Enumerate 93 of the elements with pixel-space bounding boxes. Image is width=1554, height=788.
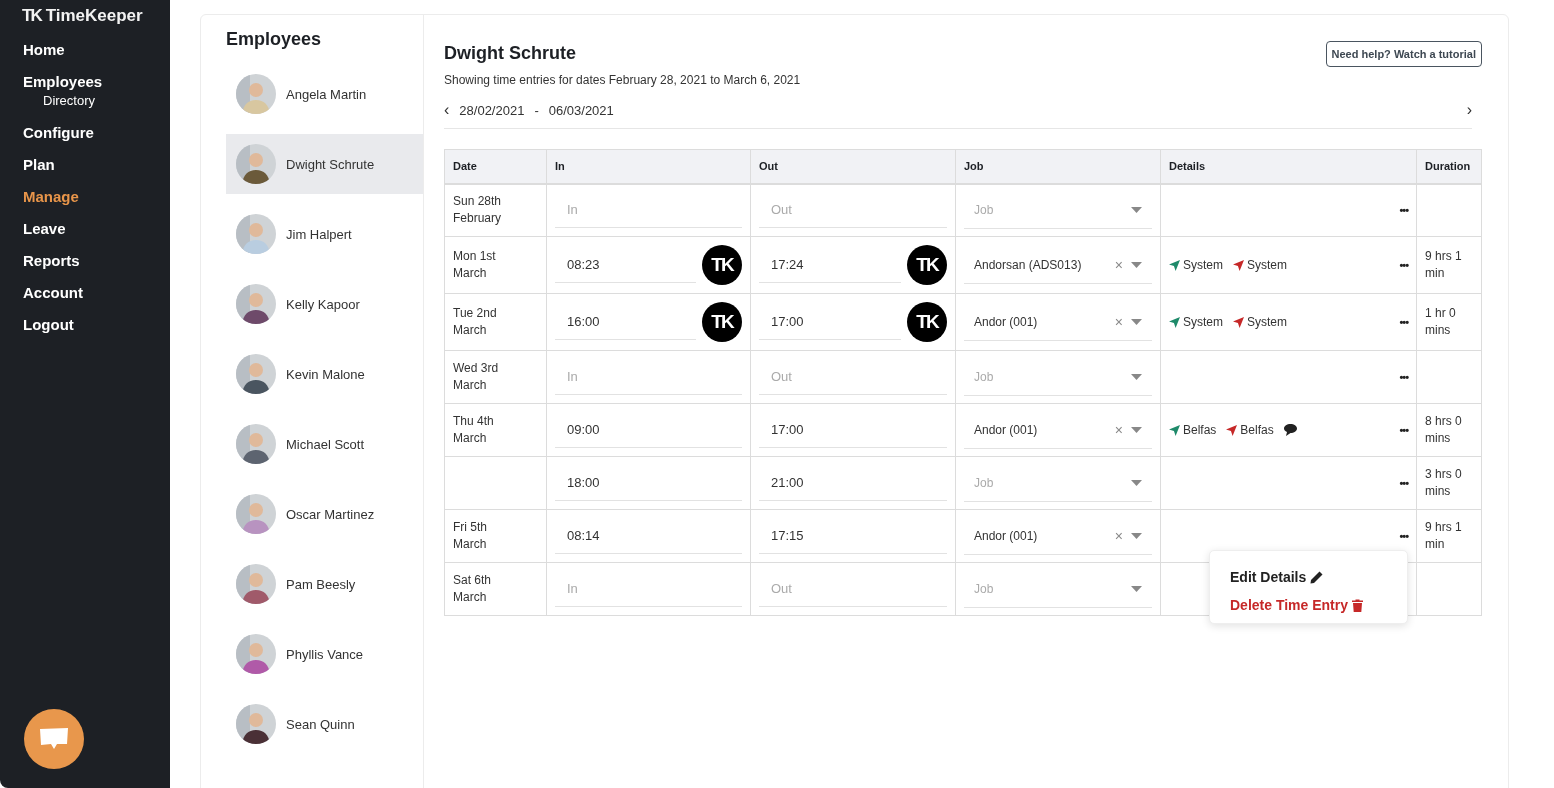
nav-link[interactable]: Account	[23, 277, 170, 309]
location-label: System	[1247, 315, 1288, 329]
caret-icon	[1131, 532, 1142, 539]
nav-sublink[interactable]: Directory	[23, 92, 170, 112]
employee-item[interactable]: Angela Martin	[226, 64, 423, 124]
caret-icon	[1131, 261, 1142, 268]
employee-item[interactable]: Dwight Schrute	[226, 134, 423, 194]
menu-item[interactable]: Delete Time Entry	[1230, 597, 1407, 613]
menu-item[interactable]: Edit Details	[1230, 569, 1407, 585]
nav-link[interactable]: Home	[23, 34, 170, 66]
duration-cell-text: 8 hrs 0 mins	[1425, 413, 1463, 447]
nav-link[interactable]: Logout	[23, 309, 170, 341]
employee-item[interactable]: Oscar Martinez	[226, 484, 423, 544]
start-date[interactable]: 28/02/2021	[459, 102, 525, 118]
more-button[interactable]: •••	[1399, 530, 1408, 542]
column-header: Duration	[1416, 149, 1482, 184]
more-button[interactable]: •••	[1399, 259, 1408, 271]
duration-cell-text: 3 hrs 0 mins	[1425, 466, 1463, 500]
date-cell-text: Wed 3rd March	[453, 360, 500, 394]
nav-link[interactable]: Reports	[23, 245, 170, 277]
date-cell-text: Sun 28th February	[453, 193, 503, 228]
employee-item[interactable]: Pam Beesly	[226, 554, 423, 614]
speech-bubble-icon	[39, 727, 69, 751]
section-title: Employees	[226, 29, 323, 50]
end-date[interactable]: 06/03/2021	[548, 102, 614, 118]
time-field[interactable]: 08:23	[555, 247, 696, 283]
nav-link[interactable]: Plan	[23, 149, 170, 181]
caret-icon	[1131, 373, 1142, 380]
caret-icon	[1131, 206, 1142, 213]
caret-icon	[1131, 479, 1142, 486]
time-field[interactable]: 16:00	[555, 304, 696, 340]
date-range-text: Showing time entries for dates February 28, 2021 to March 6, 2021	[444, 73, 802, 87]
more-button[interactable]: •••	[1399, 477, 1408, 489]
date-cell-text: Mon 1st March	[453, 248, 497, 282]
date-cell-text: Fri 5th March	[453, 519, 488, 553]
location-label: Belfas	[1240, 423, 1274, 437]
help-button[interactable]: Need help? Watch a tutorial	[1325, 41, 1482, 67]
employee-item[interactable]: Michael Scott	[226, 414, 423, 474]
time-field[interactable]: 17:00	[759, 304, 901, 340]
location-arrow-icon	[1233, 259, 1244, 271]
location-label: Belfas	[1183, 423, 1217, 437]
employee-item[interactable]: Phyllis Vance	[226, 624, 423, 684]
location-label: System	[1183, 315, 1223, 329]
more-button[interactable]: •••	[1399, 371, 1408, 383]
employee-item[interactable]: Kevin Malone	[226, 344, 423, 404]
date-cell-text: Tue 2nd March	[453, 305, 498, 339]
caret-icon	[1131, 585, 1142, 592]
chat-button[interactable]	[24, 709, 84, 769]
clear-button[interactable]: ×	[1114, 256, 1123, 273]
logo-badge: TK	[907, 245, 947, 285]
clear-button[interactable]: ×	[1114, 421, 1123, 438]
column-header: In	[546, 149, 751, 184]
nav-link[interactable]: Configure	[23, 117, 170, 149]
clear-button[interactable]: ×	[1114, 313, 1123, 330]
clear-button[interactable]: ×	[1114, 527, 1123, 544]
more-button[interactable]: •••	[1399, 316, 1408, 328]
nav-link[interactable]: Manage	[23, 181, 170, 213]
column-header: Date	[444, 149, 547, 184]
next-button[interactable]: ›	[1466, 101, 1472, 119]
location-arrow-icon	[1226, 424, 1238, 436]
date-cell-text: Sat 6th March	[453, 572, 493, 606]
logo-badge: TK	[702, 302, 742, 342]
date-separator: -	[534, 102, 539, 118]
location-arrow-icon	[1169, 424, 1180, 436]
column-header: Details	[1160, 149, 1417, 184]
logo-badge: TK	[702, 245, 742, 285]
pencil-icon	[1310, 570, 1324, 584]
employee-title: Dwight Schrute	[444, 43, 576, 64]
duration-cell-text: 9 hrs 1 min	[1425, 519, 1463, 553]
employee-item[interactable]: Jim Halpert	[226, 204, 423, 264]
duration-cell-text: 1 hr 0 mins	[1425, 305, 1457, 339]
more-button[interactable]: •••	[1399, 424, 1408, 436]
more-button[interactable]: •••	[1399, 204, 1408, 217]
column-header: Job	[955, 149, 1161, 184]
column-header: Out	[750, 149, 956, 184]
app-logo: TK TimeKeeper	[22, 6, 144, 26]
location-arrow-icon	[1233, 316, 1244, 328]
caret-icon	[1131, 426, 1142, 433]
location-label: System	[1183, 258, 1223, 272]
caret-icon	[1131, 318, 1142, 325]
location-label: System	[1247, 258, 1288, 272]
location-arrow-icon	[1169, 316, 1180, 328]
nav-link[interactable]: Leave	[23, 213, 170, 245]
logo-badge: TK	[907, 302, 947, 342]
previous-button[interactable]: ‹	[444, 101, 450, 119]
location-arrow-icon	[1169, 259, 1180, 271]
date-cell-text: Thu 4th March	[453, 413, 495, 447]
employee-item[interactable]: Kelly Kapoor	[226, 274, 423, 334]
employee-item[interactable]: Sean Quinn	[226, 694, 423, 754]
time-field[interactable]: 17:24	[759, 247, 901, 283]
duration-cell-text: 9 hrs 1 min	[1425, 248, 1463, 282]
comment-icon	[1283, 424, 1297, 436]
trash-icon	[1352, 598, 1363, 612]
